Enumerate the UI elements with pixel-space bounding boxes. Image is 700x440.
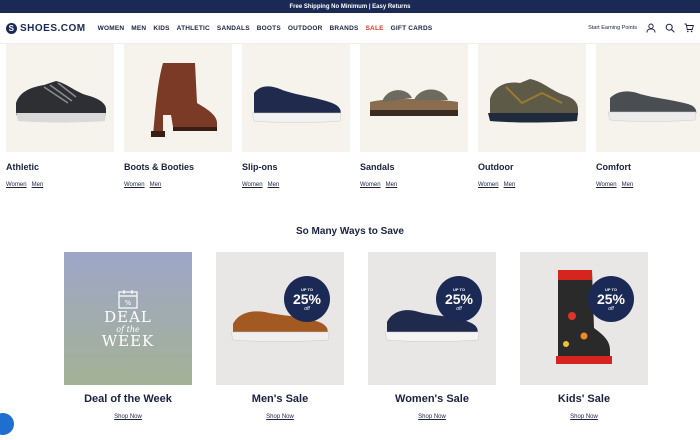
women-link[interactable]: Women [124, 182, 145, 188]
badge-percent: 25% [444, 290, 474, 307]
category-image[interactable] [242, 44, 350, 152]
category-row: Athletic Women Men Boots & Booties Women… [0, 44, 700, 188]
deal-card[interactable]: UP TO 25% off Men's Sale Shop Now [216, 252, 344, 420]
shop-now-link[interactable]: Shop Now [368, 414, 496, 420]
promo-bar: Free Shipping No Minimum | Easy Returns [0, 0, 700, 13]
promo-text: Free Shipping No Minimum | Easy Returns [289, 3, 411, 10]
account-icon[interactable] [646, 23, 656, 33]
boot-image [151, 63, 217, 137]
category-card[interactable]: Sandals Women Men [360, 44, 468, 188]
shop-now-link[interactable]: Shop Now [520, 414, 648, 420]
sandal-image [370, 89, 458, 116]
main-header: S SHOES.COM WOMEN MEN KIDS ATHLETIC SAND… [0, 13, 700, 44]
slipon-image [251, 86, 342, 123]
deal-name[interactable]: Kids' Sale [520, 393, 648, 405]
nav-women[interactable]: WOMEN [98, 25, 125, 32]
category-links: Women Men [596, 182, 700, 188]
earning-points-link[interactable]: Start Earning Points [588, 25, 637, 31]
deal-card[interactable]: UP TO 25% off Women's Sale Shop Now [368, 252, 496, 420]
discount-badge: UP TO 25% off [436, 276, 482, 322]
women-link[interactable]: Women [596, 182, 617, 188]
men-link[interactable]: Men [150, 182, 162, 188]
men-link[interactable]: Men [386, 182, 398, 188]
deal-text-top: DEAL [104, 308, 152, 326]
nav-brands[interactable]: BRANDS [330, 25, 359, 32]
nav-gift-cards[interactable]: GIFT CARDS [391, 25, 433, 32]
deal-card[interactable]: UP TO 25% off Kids' Sale Shop Now [520, 252, 648, 420]
deal-text-bottom: WEEK [101, 332, 155, 350]
badge-percent: 25% [596, 290, 626, 307]
logo-mark: S [6, 22, 17, 34]
category-image[interactable] [596, 44, 700, 152]
category-links: Women Men [242, 182, 350, 188]
comfort-shoe-image [607, 91, 697, 122]
category-image[interactable] [6, 44, 114, 152]
women-link[interactable]: Women [360, 182, 381, 188]
nav-sandals[interactable]: SANDALS [217, 25, 250, 32]
badge-off: off [608, 305, 614, 312]
category-links: Women Men [478, 182, 586, 188]
nav-sale[interactable]: SALE [366, 25, 384, 32]
category-name[interactable]: Slip-ons [242, 162, 350, 172]
category-links: Women Men [124, 182, 232, 188]
category-card[interactable]: Athletic Women Men [6, 44, 114, 188]
svg-text:%: % [125, 299, 132, 307]
category-card[interactable]: Comfort Women Men [596, 44, 700, 188]
category-image[interactable] [360, 44, 468, 152]
deal-of-week-image[interactable]: % DEAL of the WEEK [64, 252, 192, 385]
deal-name[interactable]: Women's Sale [368, 393, 496, 405]
deal-name[interactable]: Men's Sale [216, 393, 344, 405]
category-links: Women Men [360, 182, 468, 188]
women-link[interactable]: Women [242, 182, 263, 188]
deal-card[interactable]: % DEAL of the WEEK Deal of the Week Shop… [64, 252, 192, 420]
men-link[interactable]: Men [268, 182, 280, 188]
womens-sale-image[interactable]: UP TO 25% off [368, 252, 496, 385]
women-link[interactable]: Women [478, 182, 499, 188]
nav-outdoor[interactable]: OUTDOOR [288, 25, 323, 32]
category-image[interactable] [478, 44, 586, 152]
nav-boots[interactable]: BOOTS [257, 25, 281, 32]
main-menu: WOMEN MEN KIDS ATHLETIC SANDALS BOOTS OU… [98, 25, 433, 32]
mens-sale-image[interactable]: UP TO 25% off [216, 252, 344, 385]
category-name[interactable]: Boots & Booties [124, 162, 232, 172]
category-links: Women Men [6, 182, 114, 188]
kids-sale-image[interactable]: UP TO 25% off [520, 252, 648, 385]
shop-now-link[interactable]: Shop Now [64, 414, 192, 420]
men-link[interactable]: Men [622, 182, 634, 188]
logo-text: SHOES.COM [20, 22, 86, 34]
category-name[interactable]: Outdoor [478, 162, 586, 172]
section-title: So Many Ways to Save [296, 226, 404, 237]
discount-badge: UP TO 25% off [284, 276, 330, 322]
nav-men[interactable]: MEN [131, 25, 146, 32]
category-name[interactable]: Sandals [360, 162, 468, 172]
women-link[interactable]: Women [6, 182, 27, 188]
category-name[interactable]: Athletic [6, 162, 114, 172]
discount-badge: UP TO 25% off [588, 276, 634, 322]
calendar-icon: % [118, 290, 138, 309]
site-logo[interactable]: S SHOES.COM [6, 22, 86, 34]
deals-row: % DEAL of the WEEK Deal of the Week Shop… [64, 252, 700, 420]
hiker-image [488, 79, 578, 123]
category-card[interactable]: Slip-ons Women Men [242, 44, 350, 188]
header-actions: Start Earning Points [588, 23, 694, 33]
badge-off: off [456, 305, 462, 312]
category-card[interactable]: Boots & Booties Women Men [124, 44, 232, 188]
category-name[interactable]: Comfort [596, 162, 700, 172]
men-link[interactable]: Men [504, 182, 516, 188]
category-image[interactable] [124, 44, 232, 152]
nav-athletic[interactable]: ATHLETIC [177, 25, 210, 32]
badge-percent: 25% [292, 290, 322, 307]
nav-kids[interactable]: KIDS [153, 25, 169, 32]
deal-name[interactable]: Deal of the Week [64, 393, 192, 405]
cart-icon[interactable] [684, 23, 694, 33]
category-card[interactable]: Outdoor Women Men [478, 44, 586, 188]
search-icon[interactable] [665, 23, 675, 33]
shop-now-link[interactable]: Shop Now [216, 414, 344, 420]
sneaker-image [16, 81, 106, 123]
chat-widget-button[interactable] [0, 413, 14, 435]
badge-off: off [304, 305, 310, 312]
men-link[interactable]: Men [32, 182, 44, 188]
